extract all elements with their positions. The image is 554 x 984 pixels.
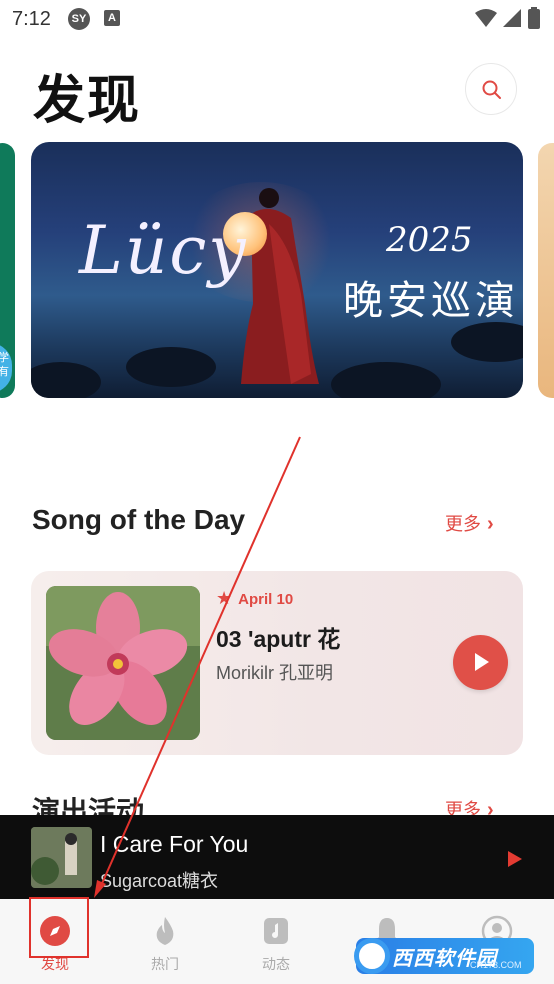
play-button[interactable] [453,635,508,690]
mini-player-artist: Sugarcoat糖衣 [100,871,219,891]
song-title: 03 'aputr 花 [216,626,341,652]
signal-icon [503,9,521,27]
chevron-right-icon: › [487,513,494,535]
song-cover-image [46,586,200,740]
song-date-row: ★ April 10 [216,588,293,609]
search-button[interactable] [465,63,517,115]
wifi-icon [475,9,497,27]
battery-icon [528,7,540,29]
mini-player-cover [31,827,92,888]
song-of-day-more-link[interactable]: 更多 › [445,510,494,536]
discover-screen: 7:12 SY A 发现 学 有 Lücy 2025 晚安巡演 Song of … [0,0,554,984]
mini-player-title: I Care For You [100,831,249,857]
app-notification-icon: SY [68,8,90,30]
more-label: 更多 [445,514,481,534]
flame-icon [156,917,174,945]
page-title: 发现 [33,72,142,130]
watermark-ring-icon [354,938,390,974]
nav-label: 热门 [151,956,179,972]
song-artist: Morikilr 孔亚明 [216,663,333,683]
mini-player-play-button[interactable] [508,851,522,867]
banner-rock [451,322,523,362]
banner-title: Lücy [79,212,248,289]
watermark-logo: 西西软件园 CR173.COM [354,938,534,974]
banner-year: 2025 [386,220,473,260]
nav-label: 动态 [262,956,290,972]
carousel-card-previous[interactable]: 学 有 [0,143,15,398]
song-date: April 10 [238,591,294,608]
star-icon: ★ [216,588,233,608]
album-art-image [31,827,92,888]
banner-event: 晚安巡演 [343,278,519,324]
nav-item-feed[interactable]: 动态 [221,899,331,984]
carousel-card-next[interactable] [538,143,554,398]
carousel-banner[interactable]: Lücy 2025 晚安巡演 [31,142,523,398]
music-card-icon [264,918,288,944]
carousel-badge: 学 有 [0,343,12,393]
highlight-box [29,897,89,958]
font-notification-icon: A [104,10,120,26]
song-of-day-card[interactable]: ★ April 10 03 'aputr 花 Morikilr 孔亚明 [31,571,523,755]
status-bar: 7:12 SY A [0,0,554,40]
banner-rock [126,347,216,387]
banner-rock [31,362,101,398]
status-time: 7:12 [12,8,51,30]
nav-item-hot[interactable]: 热门 [110,899,220,984]
banner-rock [331,362,441,398]
section-title-song-of-day: Song of the Day [32,504,246,535]
flower-image [46,586,200,740]
watermark-url: CR173.COM [470,960,522,970]
search-icon [482,80,501,99]
mini-player[interactable]: I Care For You Sugarcoat糖衣 [0,815,554,899]
